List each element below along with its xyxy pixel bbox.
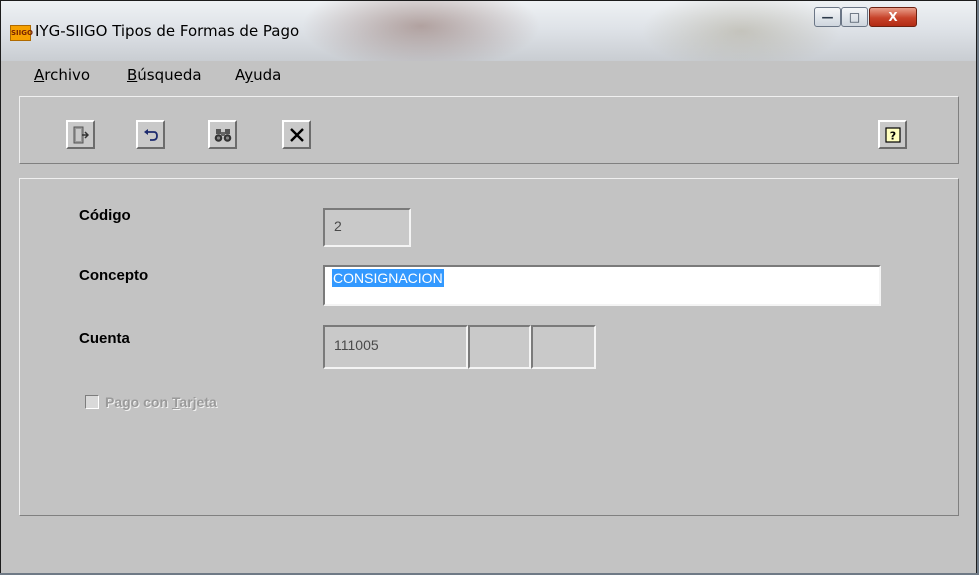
concepto-value: CONSIGNACION bbox=[332, 269, 444, 287]
undo-arrow-icon bbox=[143, 128, 158, 141]
exit-door-icon bbox=[73, 126, 89, 143]
window-title: IYG-SIIGO Tipos de Formas de Pago bbox=[35, 22, 300, 40]
codigo-label: Código bbox=[79, 207, 131, 224]
codigo-field[interactable]: 2 bbox=[323, 208, 411, 247]
menu-archivo[interactable]: Archivo bbox=[34, 66, 90, 84]
binoculars-icon bbox=[214, 128, 231, 142]
pago-tarjeta-checkbox[interactable] bbox=[85, 395, 99, 409]
concepto-label: Concepto bbox=[79, 267, 149, 284]
menu-busqueda[interactable]: Búsqueda bbox=[127, 66, 202, 84]
maximize-button[interactable]: □ bbox=[841, 7, 868, 27]
menu-bar: Archivo Búsqueda Ayuda bbox=[9, 61, 971, 87]
application-window: SIIGO IYG-SIIGO Tipos de Formas de Pago … bbox=[0, 0, 977, 573]
concepto-input[interactable]: CONSIGNACION bbox=[323, 265, 881, 306]
x-delete-icon bbox=[289, 127, 304, 142]
form-panel: Código 2 Concepto CONSIGNACION Cuenta 11… bbox=[19, 178, 959, 516]
toolbar: ? bbox=[19, 96, 959, 164]
minimize-button[interactable]: — bbox=[814, 7, 841, 27]
pago-tarjeta-label: Pago con Tarjeta bbox=[105, 394, 217, 410]
menu-ayuda[interactable]: Ayuda bbox=[235, 66, 281, 84]
cuenta-field-2[interactable] bbox=[468, 325, 531, 369]
svg-text:?: ? bbox=[889, 129, 895, 142]
help-question-icon: ? bbox=[884, 126, 901, 143]
undo-button[interactable] bbox=[136, 120, 165, 149]
exit-button[interactable] bbox=[66, 120, 95, 149]
search-button[interactable] bbox=[208, 120, 237, 149]
title-bar[interactable]: SIIGO IYG-SIIGO Tipos de Formas de Pago … bbox=[1, 1, 976, 61]
cuenta-field-main[interactable]: 111005 bbox=[323, 325, 468, 369]
close-button[interactable]: X bbox=[869, 7, 917, 27]
client-area: ? Código 2 Concepto CONSIGNACION Cuenta … bbox=[9, 87, 971, 567]
cuenta-field-3[interactable] bbox=[531, 325, 596, 369]
delete-button[interactable] bbox=[282, 120, 311, 149]
cuenta-label: Cuenta bbox=[79, 330, 130, 347]
help-button[interactable]: ? bbox=[878, 120, 907, 149]
siigo-app-icon[interactable]: SIIGO bbox=[10, 25, 33, 41]
